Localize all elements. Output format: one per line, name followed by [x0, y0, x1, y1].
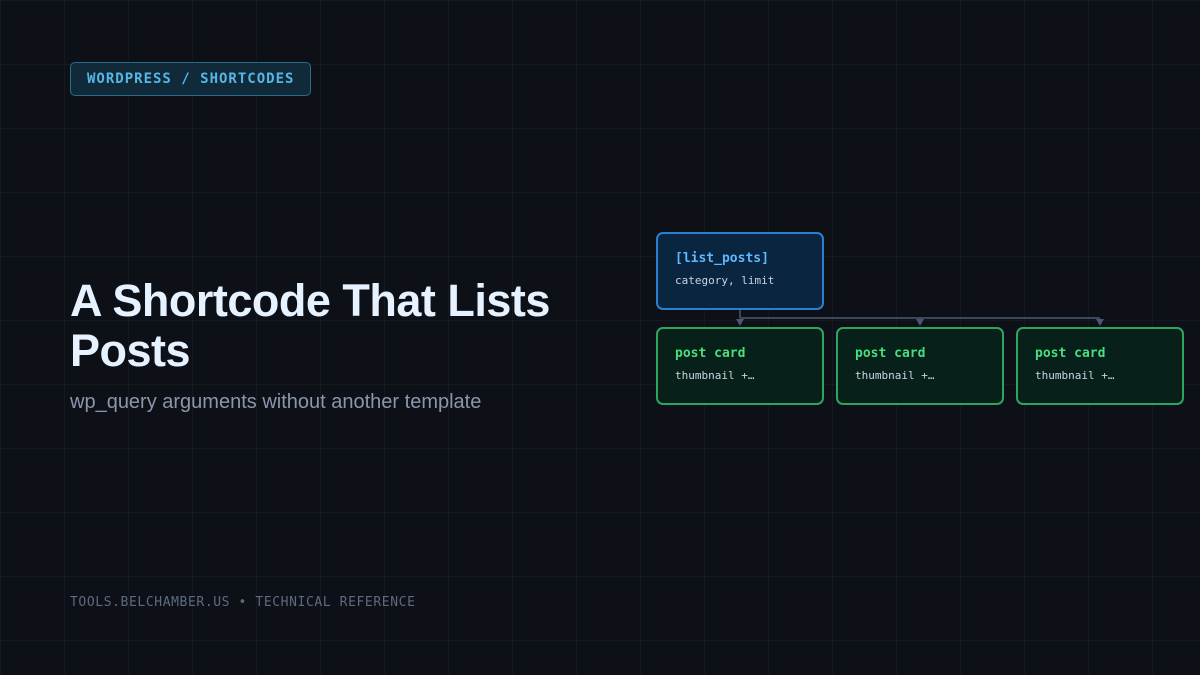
- node-list-posts: [list_posts] category, limit: [656, 232, 824, 310]
- connector-arrow-2: [916, 319, 924, 326]
- page-subtitle: wp_query arguments without another templ…: [70, 391, 482, 413]
- connector-arrow-1: [736, 319, 744, 326]
- node-list-posts-detail: category, limit: [675, 274, 775, 287]
- node-post-card-label: post card: [675, 346, 746, 361]
- node-list-posts-label: [list_posts]: [675, 251, 769, 266]
- connector-arrow-3: [1096, 319, 1104, 326]
- node-post-card-detail: thumbnail +…: [675, 369, 755, 382]
- page-title: A Shortcode That Lists Posts: [70, 275, 550, 376]
- node-post-card-label: post card: [855, 346, 926, 361]
- node-post-card-label: post card: [1035, 346, 1106, 361]
- node-post-card-detail: thumbnail +…: [1035, 369, 1115, 382]
- footer-credit: TOOLS.BELCHAMBER.US • TECHNICAL REFERENC…: [70, 595, 416, 610]
- node-post-card-2: post card thumbnail +…: [836, 327, 1004, 405]
- category-tag: WORDPRESS / SHORTCODES: [70, 62, 312, 96]
- shortcode-diagram: [list_posts] category, limit post card t…: [640, 220, 1200, 420]
- page: WORDPRESS / SHORTCODES A Shortcode That …: [0, 0, 1200, 675]
- node-post-card-1: post card thumbnail +…: [656, 327, 824, 405]
- node-post-card-detail: thumbnail +…: [855, 369, 935, 382]
- node-post-card-3: post card thumbnail +…: [1016, 327, 1184, 405]
